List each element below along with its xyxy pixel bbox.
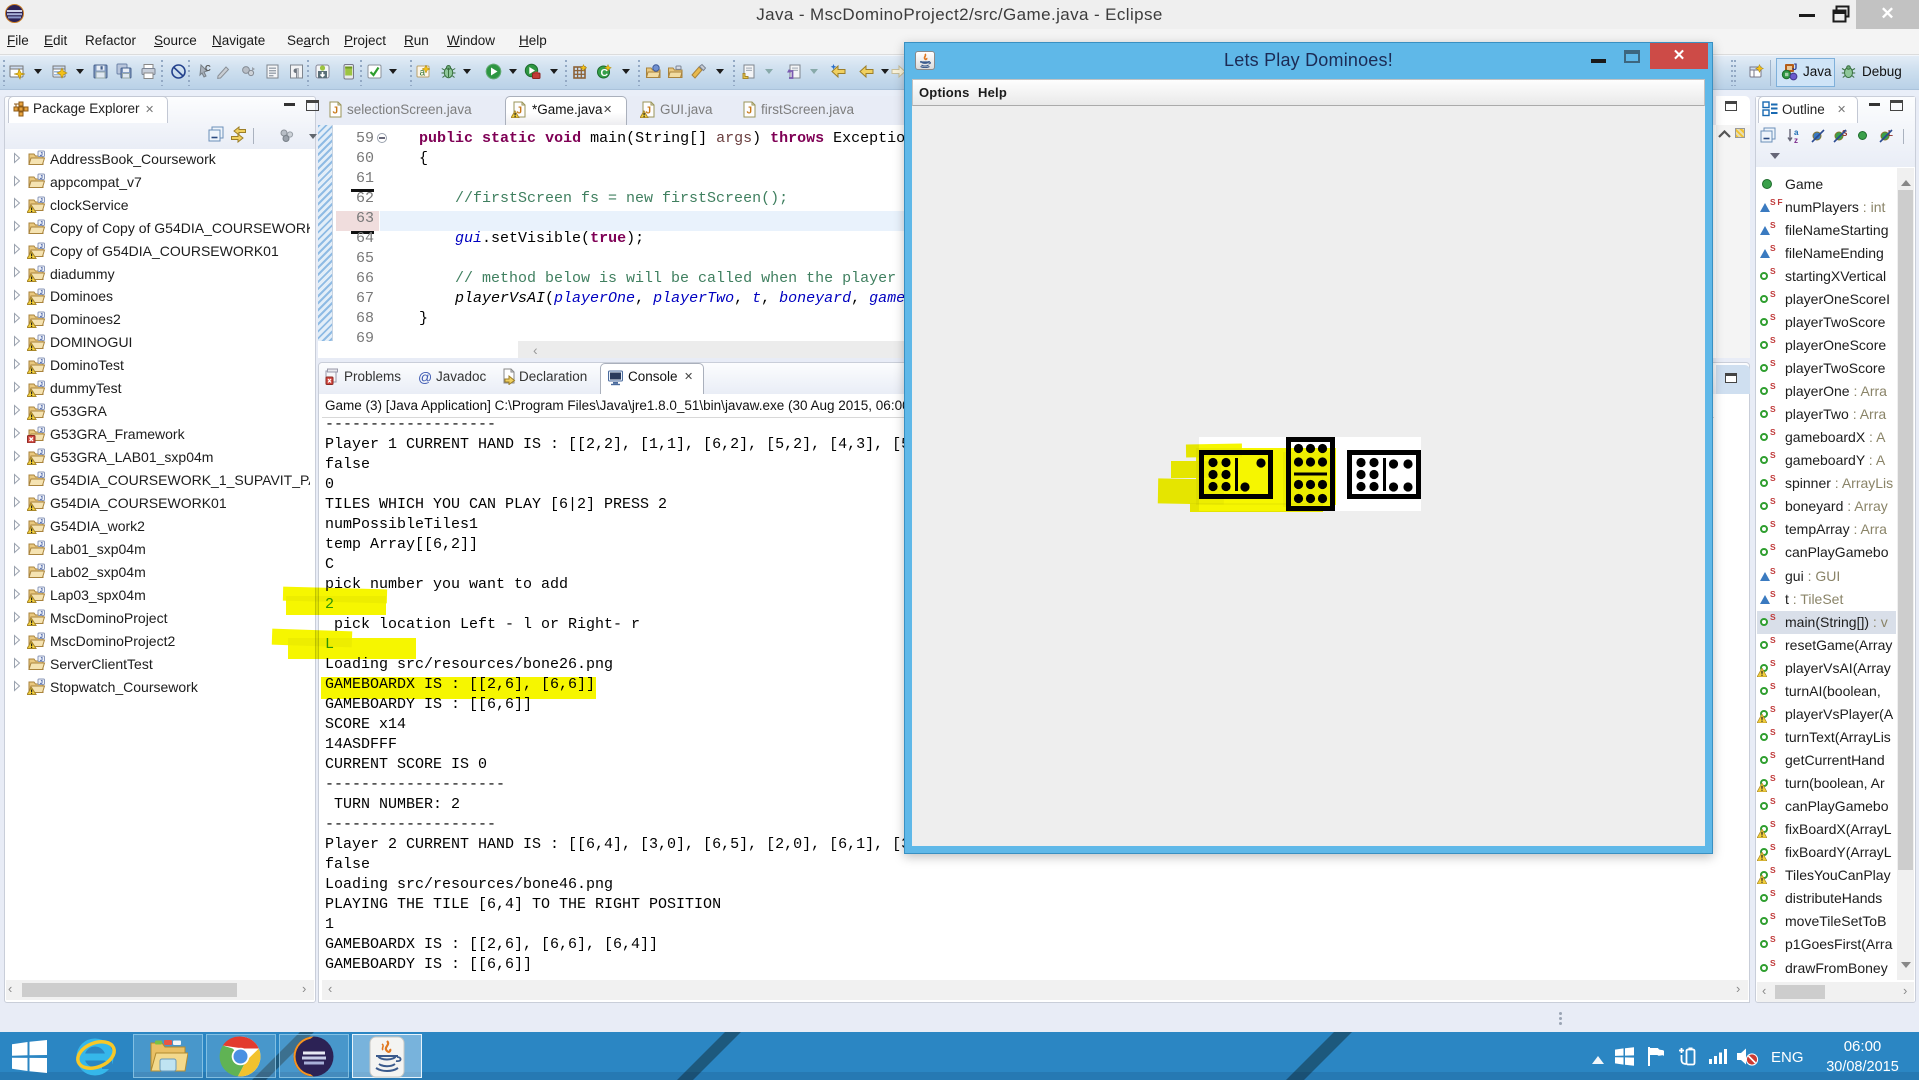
svg-text:J: J [747, 106, 753, 117]
svg-text:J: J [40, 496, 43, 502]
svg-text:J: J [40, 427, 43, 433]
svg-text:J: J [40, 565, 43, 571]
svg-text:¶: ¶ [293, 65, 299, 79]
svg-text:J: J [40, 404, 43, 410]
svg-text:J: J [40, 290, 43, 296]
svg-text:J: J [40, 542, 43, 548]
svg-text:J: J [40, 175, 43, 181]
svg-text:J: J [40, 152, 43, 158]
svg-text:J: J [40, 450, 43, 456]
svg-text:J: J [40, 657, 43, 663]
svg-text:J: J [40, 313, 43, 319]
svg-text:J: J [333, 106, 339, 117]
svg-text:C: C [205, 64, 211, 73]
svg-text:J: J [40, 358, 43, 364]
svg-text:J: J [1792, 63, 1797, 72]
svg-text:J: J [40, 198, 43, 204]
svg-text:J: J [40, 244, 43, 250]
svg-text:J: J [40, 611, 43, 617]
svg-text:J: J [40, 680, 43, 686]
svg-text:J: J [40, 473, 43, 479]
svg-text:J: J [40, 335, 43, 341]
svg-text:J: J [40, 634, 43, 640]
svg-text:J: J [40, 267, 43, 273]
svg-text:J: J [40, 519, 43, 525]
svg-text:J: J [40, 221, 43, 227]
svg-text:J: J [40, 588, 43, 594]
svg-text:J: J [40, 381, 43, 387]
svg-text:z: z [1794, 136, 1798, 144]
